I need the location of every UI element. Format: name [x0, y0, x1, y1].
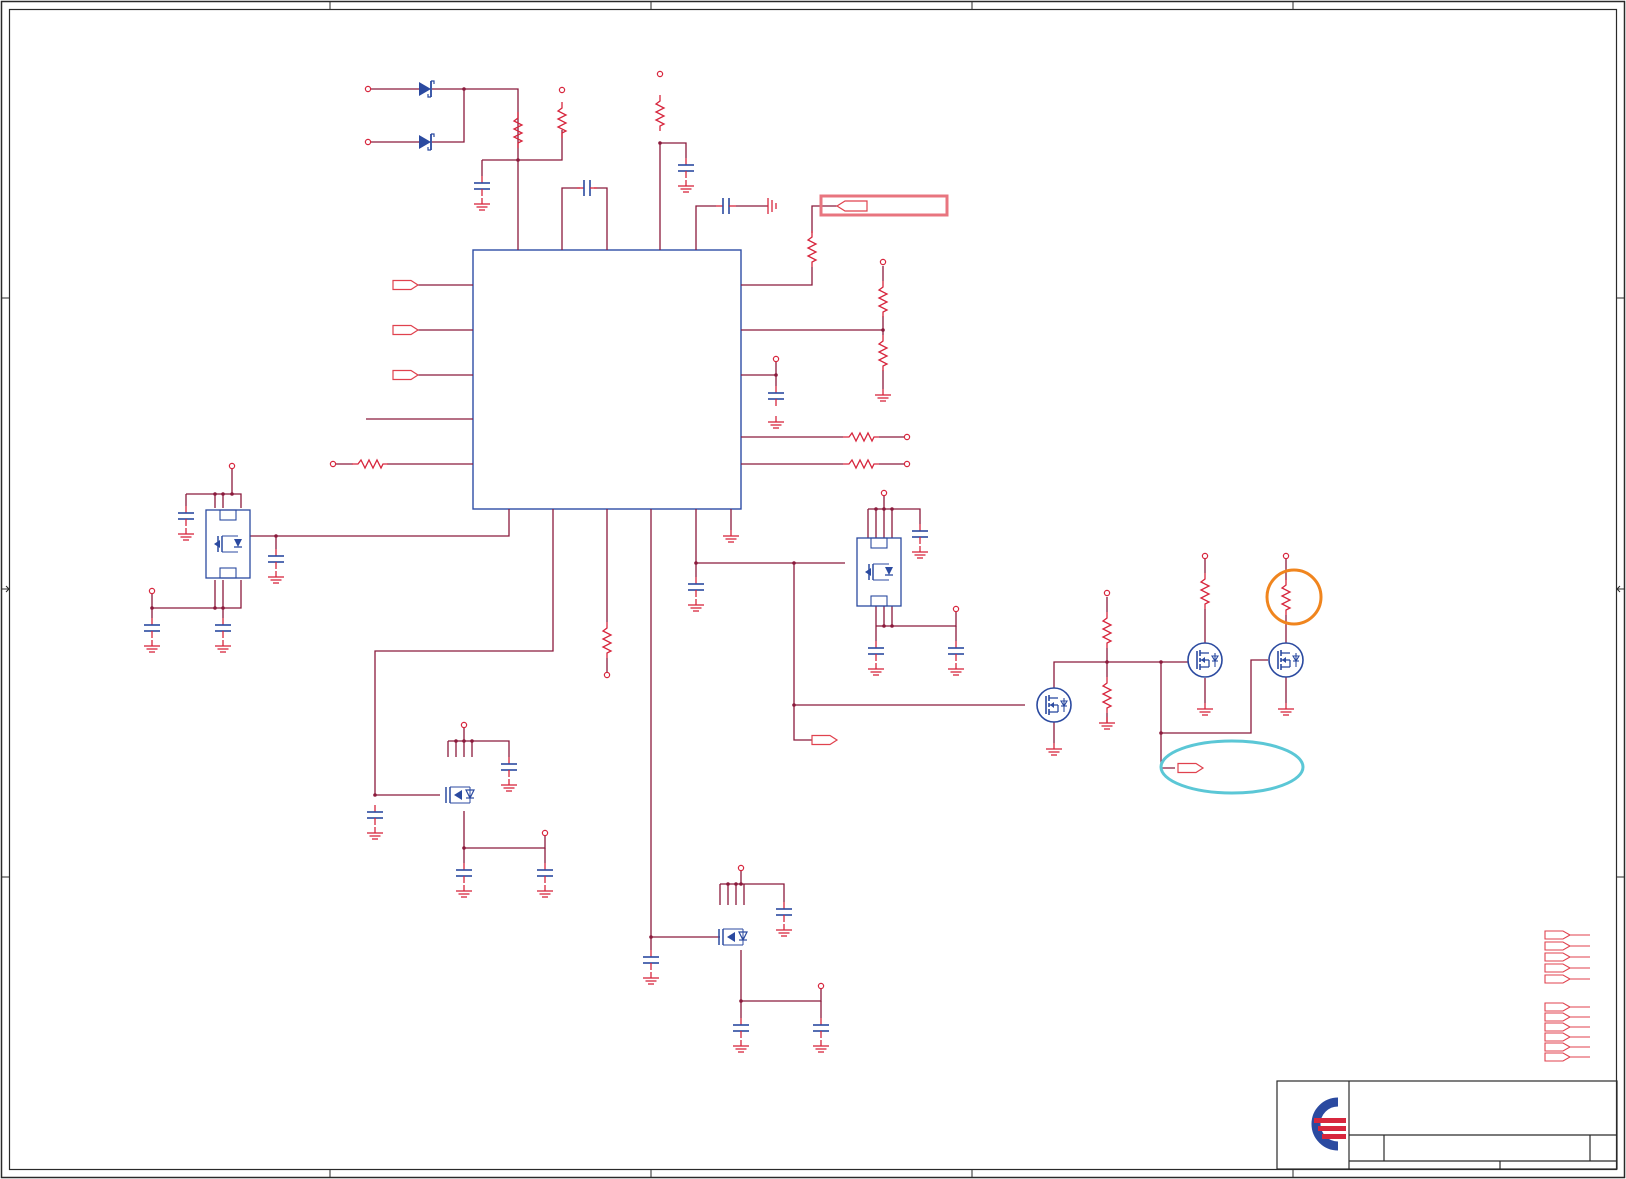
capacitor-c16: [455, 862, 473, 884]
capacitor-c20: [732, 1017, 750, 1039]
mosfet-q3: [1268, 642, 1304, 678]
diode-1: [418, 80, 435, 98]
resistor-r10: [602, 621, 612, 659]
title-block: [1276, 1080, 1618, 1170]
port-in-1: [392, 279, 419, 291]
chassis-ground-icon: [767, 198, 777, 214]
capacitor-c18: [775, 901, 793, 923]
resistor-r12: [1102, 676, 1112, 714]
resistor-r7: [842, 432, 880, 442]
capacitor-c9: [214, 617, 232, 639]
port-out-2: [1177, 762, 1204, 774]
port-in-2: [392, 324, 419, 336]
diode-2: [418, 133, 435, 151]
resistor-r4: [807, 230, 817, 268]
junction-dots: [150, 87, 1163, 1003]
main-ic: [472, 249, 742, 510]
capacitor-c8: [143, 617, 161, 639]
wire-net: [151, 88, 1287, 1018]
port-out-1: [811, 734, 838, 746]
capacitor-c4: [715, 197, 737, 215]
capacitor-c19: [642, 949, 660, 971]
resistor-r11: [1102, 611, 1112, 649]
power-terminals: [148, 70, 1290, 990]
capacitor-c1: [473, 175, 491, 197]
resistor-r9: [351, 459, 389, 469]
capacitor-c15: [500, 756, 518, 778]
capacitor-c2: [576, 179, 598, 197]
capacitor-c17: [536, 862, 554, 884]
mosfet-q2: [1187, 642, 1223, 678]
port-net-topright: [835, 200, 868, 212]
logo-icon: [1311, 1097, 1346, 1151]
resistor-r6: [878, 334, 888, 372]
capacitor-c11: [911, 523, 929, 545]
mosfet-left-stage: [205, 509, 251, 579]
port-stack-lower: [1544, 1002, 1590, 1062]
capacitor-c13: [947, 640, 965, 662]
highlight-circle-resistor: [1265, 568, 1323, 626]
capacitor-c12: [867, 640, 885, 662]
capacitor-c10: [687, 576, 705, 598]
mosfet-q1: [1036, 687, 1072, 723]
schematic-canvas: [0, 0, 1626, 1179]
mosfet-right-stage: [856, 537, 902, 607]
resistor-r3: [655, 94, 665, 132]
resistor-r5: [878, 280, 888, 318]
mosfet-bottom-left-stage: [445, 786, 475, 804]
resistor-r8: [842, 459, 880, 469]
capacitor-c3: [677, 157, 695, 179]
port-in-3: [392, 369, 419, 381]
capacitor-c6: [177, 505, 195, 527]
resistor-r2: [557, 101, 567, 139]
capacitor-c7: [267, 548, 285, 570]
capacitor-c14: [366, 804, 384, 826]
resistor-r14: [1281, 578, 1291, 616]
mosfet-bottom-middle-stage: [718, 928, 748, 946]
port-stack-upper: [1544, 930, 1590, 984]
resistor-r13: [1200, 572, 1210, 610]
capacitor-c21: [812, 1017, 830, 1039]
capacitor-c5: [767, 385, 785, 407]
